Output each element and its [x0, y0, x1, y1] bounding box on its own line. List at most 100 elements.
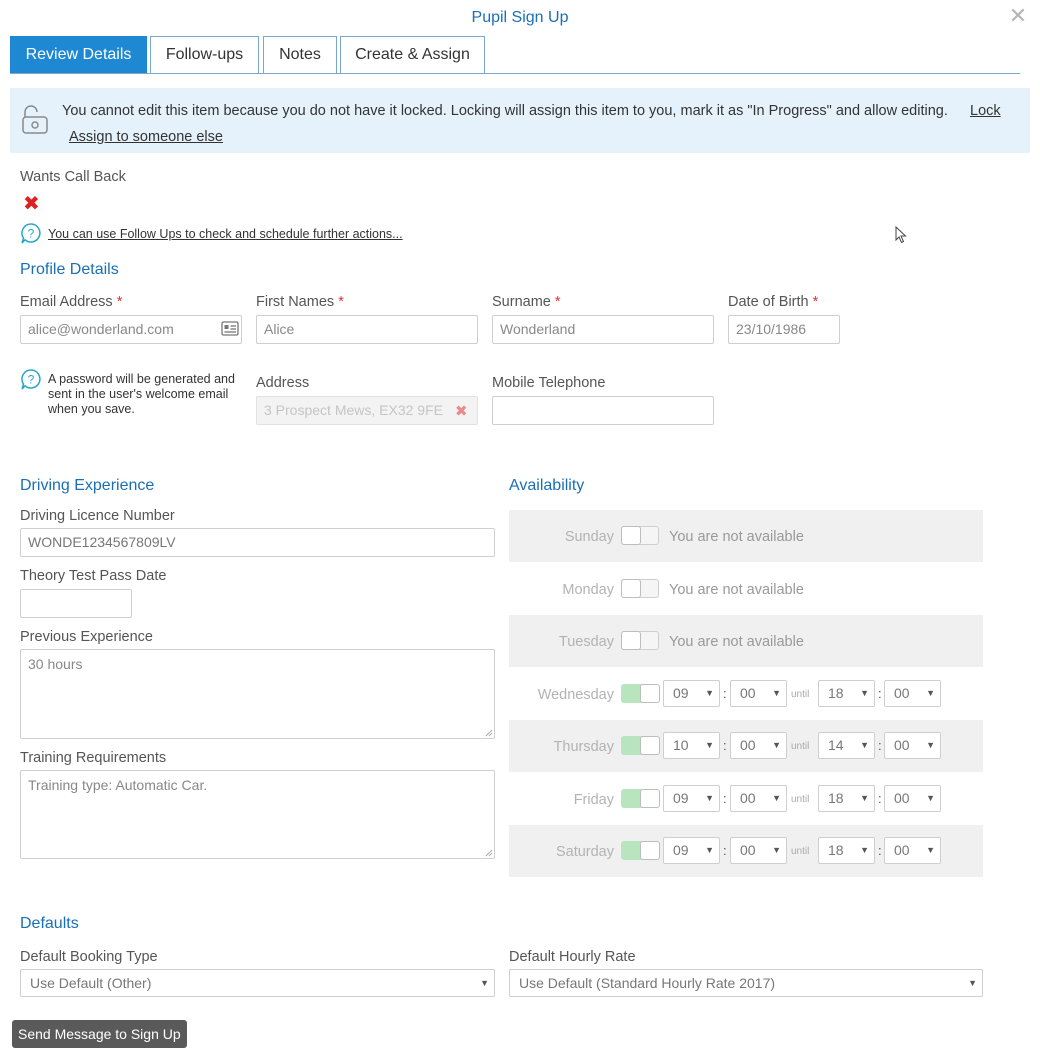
from-minute-select[interactable]: 00 ▼ — [730, 732, 787, 759]
clear-address-icon[interactable]: ✖ — [455, 402, 468, 420]
wants-call-back-label: Wants Call Back — [20, 169, 126, 185]
first-names-label: First Names * — [256, 294, 344, 310]
availability-toggle[interactable] — [621, 684, 660, 703]
availability-row-tuesday: Tuesday You are not available — [509, 615, 983, 667]
mobile-field[interactable] — [492, 396, 714, 425]
tab-create-assign[interactable]: Create & Assign — [340, 36, 485, 73]
licence-label: Driving Licence Number — [20, 508, 175, 524]
help-icon: ? — [20, 222, 42, 246]
email-label: Email Address * — [20, 294, 123, 310]
from-minute-select[interactable]: 00 ▼ — [730, 680, 787, 707]
previous-experience-label: Previous Experience — [20, 629, 153, 645]
availability-row-thursday: Thursday 10 ▼ : 00 ▼ until 14 ▼ : 00 ▼ — [509, 720, 983, 772]
until-label: until — [791, 794, 810, 805]
tab-notes[interactable]: Notes — [263, 36, 337, 73]
svg-text:?: ? — [28, 227, 35, 241]
hourly-rate-select[interactable]: Use Default (Standard Hourly Rate 2017) ▼ — [509, 969, 983, 997]
email-field[interactable]: alice@wonderland.com — [20, 315, 242, 344]
time-colon: : — [878, 738, 882, 753]
previous-experience-field[interactable]: 30 hours — [20, 649, 495, 739]
time-colon: : — [723, 843, 727, 858]
day-label: Tuesday — [558, 634, 614, 650]
to-minute-select[interactable]: 00 ▼ — [884, 785, 941, 812]
follow-ups-hint-link[interactable]: You can use Follow Ups to check and sche… — [48, 227, 403, 241]
to-minute-select[interactable]: 00 ▼ — [884, 837, 941, 864]
licence-field[interactable]: WONDE1234567809LV — [20, 528, 495, 557]
resize-handle-icon[interactable] — [485, 849, 493, 857]
training-requirements-label: Training Requirements — [20, 750, 167, 766]
time-colon: : — [878, 791, 882, 806]
availability-row-friday: Friday 09 ▼ : 00 ▼ until 18 ▼ : 00 ▼ — [509, 773, 983, 825]
to-minute-select[interactable]: 00 ▼ — [884, 732, 941, 759]
until-label: until — [791, 846, 810, 857]
training-requirements-field[interactable]: Training type: Automatic Car. — [20, 770, 495, 859]
date-of-birth-field[interactable]: 23/10/1986 — [728, 315, 840, 344]
password-note: A password will be generated and sent in… — [48, 372, 235, 416]
training-requirements-text: Training type: Automatic Car. — [28, 777, 208, 793]
day-label: Monday — [562, 582, 614, 598]
address-field[interactable]: 3 Prospect Mews, EX32 9FE — [256, 396, 478, 425]
time-colon: : — [723, 686, 727, 701]
availability-heading: Availability — [509, 477, 585, 494]
profile-details-heading: Profile Details — [20, 261, 119, 278]
to-hour-select[interactable]: 18 ▼ — [818, 785, 875, 812]
time-colon: : — [878, 843, 882, 858]
from-hour-select[interactable]: 09 ▼ — [663, 680, 720, 707]
from-minute-select[interactable]: 00 ▼ — [730, 785, 787, 812]
availability-row-sunday: Sunday You are not available — [509, 510, 983, 562]
tab-review-details[interactable]: Review Details — [10, 36, 147, 73]
resize-handle-icon[interactable] — [485, 729, 493, 737]
availability-toggle[interactable] — [621, 789, 660, 808]
availability-toggle[interactable] — [621, 841, 660, 860]
lock-message: You cannot edit this item because you do… — [62, 103, 948, 119]
to-minute-select[interactable]: 00 ▼ — [884, 680, 941, 707]
padlock-icon — [20, 104, 50, 136]
availability-toggle[interactable] — [621, 579, 659, 598]
availability-row-wednesday: Wednesday 09 ▼ : 00 ▼ until 18 ▼ : 00 ▼ — [509, 668, 983, 720]
day-label: Sunday — [564, 529, 614, 545]
to-hour-select[interactable]: 18 ▼ — [818, 680, 875, 707]
hourly-rate-label: Default Hourly Rate — [509, 949, 636, 965]
cross-icon: ✖ — [23, 193, 40, 215]
time-colon: : — [723, 738, 727, 753]
not-available-text: You are not available — [669, 529, 804, 545]
availability-toggle[interactable] — [621, 736, 660, 755]
defaults-heading: Defaults — [20, 915, 79, 932]
to-hour-select[interactable]: 14 ▼ — [818, 732, 875, 759]
from-hour-select[interactable]: 09 ▼ — [663, 837, 720, 864]
day-label: Thursday — [553, 739, 614, 755]
date-of-birth-label: Date of Birth * — [728, 294, 819, 310]
day-label: Friday — [573, 792, 614, 808]
not-available-text: You are not available — [669, 634, 804, 650]
surname-field[interactable]: Wonderland — [492, 315, 714, 344]
time-colon: : — [878, 686, 882, 701]
day-label: Saturday — [555, 844, 614, 860]
from-hour-select[interactable]: 09 ▼ — [663, 785, 720, 812]
previous-experience-text: 30 hours — [28, 656, 83, 672]
close-icon[interactable]: ✕ — [1008, 5, 1028, 27]
availability-toggle[interactable] — [621, 526, 659, 545]
from-hour-select[interactable]: 10 ▼ — [663, 732, 720, 759]
theory-test-label: Theory Test Pass Date — [20, 568, 167, 584]
driving-experience-heading: Driving Experience — [20, 477, 155, 494]
tab-follow-ups[interactable]: Follow-ups — [150, 36, 259, 73]
from-minute-select[interactable]: 00 ▼ — [730, 837, 787, 864]
availability-toggle[interactable] — [621, 631, 659, 650]
send-message-button[interactable]: Send Message to Sign Up — [12, 1020, 187, 1048]
mobile-label: Mobile Telephone — [492, 375, 606, 391]
not-available-text: You are not available — [669, 582, 804, 598]
svg-text:?: ? — [28, 373, 35, 387]
until-label: until — [791, 741, 810, 752]
booking-type-label: Default Booking Type — [20, 949, 158, 965]
lock-link[interactable]: Lock — [970, 103, 1001, 119]
booking-type-select[interactable]: Use Default (Other) ▼ — [20, 969, 495, 997]
availability-row-monday: Monday You are not available — [509, 563, 983, 615]
assign-someone-else-link[interactable]: Assign to someone else — [69, 129, 223, 145]
contact-card-icon[interactable] — [221, 321, 239, 336]
to-hour-select[interactable]: 18 ▼ — [818, 837, 875, 864]
address-label: Address — [256, 375, 310, 391]
day-label: Wednesday — [537, 687, 614, 703]
theory-test-date-field[interactable] — [20, 589, 132, 618]
first-names-field[interactable]: Alice — [256, 315, 478, 344]
time-colon: : — [723, 791, 727, 806]
